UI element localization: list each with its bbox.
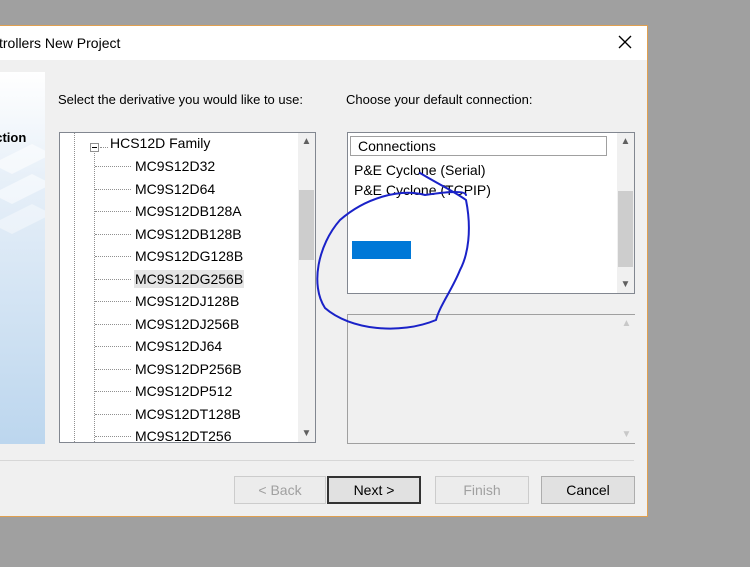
tree-scrollbar[interactable]: ▲ ▼ bbox=[298, 133, 315, 442]
tree-item[interactable]: MC9S12DP512 bbox=[134, 382, 233, 400]
tree-item[interactable]: MC9S12DJ256B bbox=[134, 315, 240, 333]
scroll-up-icon[interactable]: ▲ bbox=[617, 133, 634, 150]
cancel-button[interactable]: Cancel bbox=[541, 476, 635, 504]
connection-list[interactable]: Connections P&E Cyclone (Serial) P&E Cyc… bbox=[347, 132, 635, 294]
finish-button[interactable]: Finish bbox=[435, 476, 529, 504]
scroll-up-icon[interactable]: ▲ bbox=[298, 133, 315, 150]
scroll-down-icon: ▼ bbox=[621, 429, 632, 440]
collapse-toggle-icon[interactable] bbox=[90, 143, 99, 152]
tree-item[interactable]: MC9S12DB128A bbox=[134, 202, 243, 220]
tree-item[interactable]: MC9S12D64 bbox=[134, 180, 216, 198]
title-bar: trollers New Project bbox=[0, 26, 647, 60]
connection-item-tcpip[interactable]: P&E Cyclone (TCPIP) bbox=[354, 182, 491, 198]
next-button[interactable]: Next > bbox=[327, 476, 421, 504]
connection-scroll-thumb[interactable] bbox=[618, 191, 633, 267]
tree-item[interactable]: MC9S12DP256B bbox=[134, 360, 243, 378]
tree-item[interactable]: MC9S12D32 bbox=[134, 157, 216, 175]
banner-graphic-icon bbox=[0, 144, 45, 234]
tree-family-node[interactable]: HCS12D Family bbox=[110, 135, 210, 151]
window-title: trollers New Project bbox=[0, 35, 121, 51]
tree-item[interactable]: MC9S12DB128B bbox=[134, 225, 243, 243]
scroll-down-icon[interactable]: ▼ bbox=[617, 276, 634, 293]
connection-scrollbar[interactable]: ▲ ▼ bbox=[617, 133, 634, 293]
connection-item-serial[interactable]: P&E Cyclone (Serial) bbox=[354, 162, 486, 178]
tree-item[interactable]: MC9S12DT128B bbox=[134, 405, 242, 423]
tree-item[interactable]: MC9S12DJ64 bbox=[134, 337, 223, 355]
banner-step-label: ection bbox=[0, 130, 27, 145]
scroll-up-icon: ▲ bbox=[621, 318, 632, 329]
wizard-banner: ection bbox=[0, 72, 45, 444]
tree-item[interactable]: MC9S12DJ128B bbox=[134, 292, 240, 310]
button-separator bbox=[0, 460, 634, 461]
detail-scrollbar: ▲ ▼ bbox=[618, 315, 635, 443]
connection-prompt: Choose your default connection: bbox=[346, 92, 533, 107]
derivative-tree[interactable]: HCS12D Family MC9S12D32 MC9S12D64 MC9S12DB… bbox=[59, 132, 316, 443]
back-button[interactable]: < Back bbox=[234, 476, 326, 504]
tree-item[interactable]: MC9S12DT256 bbox=[134, 427, 233, 442]
close-icon[interactable] bbox=[615, 32, 635, 52]
highlighted-connection-row[interactable] bbox=[352, 241, 411, 259]
new-project-dialog: trollers New Project ection Select the d… bbox=[0, 25, 648, 517]
tree-item-selected[interactable]: MC9S12DG256B bbox=[134, 269, 245, 288]
connection-detail-panel: ▲ ▼ bbox=[347, 314, 635, 444]
tree-item[interactable]: MC9S12DG128B bbox=[134, 247, 244, 265]
connections-column-header[interactable]: Connections bbox=[350, 136, 607, 156]
scroll-down-icon[interactable]: ▼ bbox=[298, 425, 315, 442]
tree-scroll-thumb[interactable] bbox=[299, 190, 314, 260]
derivative-prompt: Select the derivative you would like to … bbox=[58, 92, 303, 107]
